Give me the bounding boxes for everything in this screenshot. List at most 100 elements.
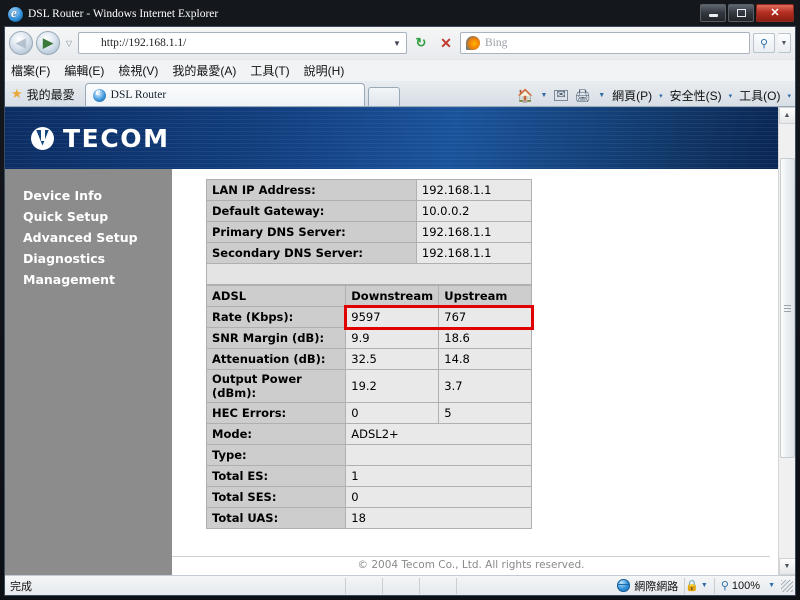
maximize-icon [736, 9, 746, 17]
output-power-upstream-value: 3.7 [438, 369, 532, 403]
menu-view[interactable]: 檢視(V) [118, 62, 158, 79]
sidebar-item-advanced-setup[interactable]: Advanced Setup [23, 227, 172, 248]
home-dropdown-icon[interactable]: ▼ [541, 92, 548, 99]
spacer-cell [206, 263, 532, 285]
adsl-header: ADSL [205, 285, 347, 307]
sidebar-item-device-info[interactable]: Device Info [23, 185, 172, 206]
divider [382, 577, 383, 594]
search-input[interactable]: Bing [485, 37, 747, 49]
status-text: 完成 [10, 579, 32, 593]
safety-menu-caret-icon[interactable]: ▾ [729, 92, 733, 100]
address-bar[interactable]: http://192.168.1.1/ ▼ [78, 32, 407, 54]
table-row: Output Power (dBm): 19.2 3.7 [205, 369, 532, 403]
grip-icon [784, 304, 791, 312]
home-icon[interactable]: 🏠 [517, 88, 533, 104]
page-menu-button[interactable]: 網頁(P) [612, 87, 652, 104]
search-box[interactable]: Bing [460, 32, 750, 54]
address-dropdown-button[interactable]: ▼ [390, 33, 404, 53]
scrollbar-thumb[interactable] [780, 158, 795, 458]
zoom-dropdown-icon[interactable]: ▼ [768, 582, 775, 589]
scroll-up-button[interactable]: ▲ [778, 107, 795, 124]
address-input[interactable]: http://192.168.1.1/ [101, 37, 390, 49]
search-submit-button[interactable]: ⚲ [753, 33, 775, 53]
router-sidebar: Device Info Quick Setup Advanced Setup D… [5, 169, 172, 575]
back-button[interactable]: ◀ [9, 31, 33, 55]
page-menu-caret-icon[interactable]: ▾ [659, 92, 663, 100]
total-uas-label: Total UAS: [205, 507, 347, 529]
scroll-down-button[interactable]: ▼ [778, 558, 795, 575]
rate-label: Rate (Kbps): [205, 306, 347, 328]
network-info-table: LAN IP Address: 192.168.1.1 Default Gate… [206, 179, 533, 285]
vertical-scrollbar[interactable]: ▲ ▼ [778, 107, 795, 575]
table-row: Type: [205, 444, 532, 466]
menu-help[interactable]: 說明(H) [304, 62, 345, 79]
tools-menu-caret-icon[interactable]: ▾ [787, 92, 791, 100]
upstream-header: Upstream [438, 285, 532, 307]
total-es-value: 1 [345, 465, 532, 487]
menu-edit[interactable]: 編輯(E) [64, 62, 104, 79]
table-row: Rate (Kbps): 9597 767 [205, 306, 532, 328]
chevron-up-icon: ▲ [783, 112, 791, 119]
close-button[interactable]: ✕ [756, 4, 794, 22]
mail-icon[interactable]: ✉ [554, 90, 568, 101]
total-ses-label: Total SES: [205, 486, 347, 508]
sidebar-item-diagnostics[interactable]: Diagnostics [23, 248, 172, 269]
bing-icon [466, 36, 480, 50]
menu-file[interactable]: 檔案(F) [11, 62, 50, 79]
tab-label: DSL Router [110, 89, 167, 101]
table-row: Total SES: 0 [205, 486, 532, 508]
downstream-header: Downstream [345, 285, 440, 307]
menu-tools[interactable]: 工具(T) [250, 62, 289, 79]
menu-favorites[interactable]: 我的最愛(A) [172, 62, 236, 79]
globe-icon [617, 579, 631, 592]
protected-mode-icon[interactable]: 🔒 [685, 579, 699, 592]
browser-window: DSL Router - Windows Internet Explorer ✕… [0, 0, 800, 600]
divider [713, 577, 715, 594]
page-viewport: TECOM Device Info Quick Setup Advanced S… [5, 107, 795, 575]
window-resize-handle[interactable] [781, 579, 793, 592]
zoom-control[interactable]: ⚲ 100% [721, 579, 760, 593]
default-gateway-value: 10.0.0.2 [415, 200, 533, 222]
refresh-button[interactable]: ↻ [410, 32, 432, 54]
adsl-stats-table: ADSL Downstream Upstream Rate (Kbps): 95… [205, 285, 532, 529]
safety-menu-button[interactable]: 安全性(S) [670, 87, 722, 104]
brand-name: TECOM [63, 123, 170, 153]
brand-banner: TECOM [5, 107, 778, 169]
primary-dns-label: Primary DNS Server: [206, 221, 417, 243]
tecom-logo-icon [31, 126, 54, 150]
sidebar-item-quick-setup[interactable]: Quick Setup [23, 206, 172, 227]
recent-pages-button[interactable]: ▽ [63, 31, 75, 55]
table-row: LAN IP Address: 192.168.1.1 [206, 179, 533, 201]
maximize-button[interactable] [728, 4, 754, 22]
new-tab-button[interactable] [367, 87, 400, 106]
sidebar-item-management[interactable]: Management [23, 269, 172, 290]
status-bar: 完成 網際網路 🔒 ▼ ⚲ 100% ▼ [5, 575, 795, 595]
printer-icon[interactable]: 🖨 [575, 88, 592, 104]
forward-button[interactable]: ▶ [36, 31, 60, 55]
back-arrow-icon: ◀ [16, 35, 26, 50]
window-title: DSL Router - Windows Internet Explorer [28, 8, 219, 20]
tab-dsl-router[interactable]: DSL Router [84, 83, 365, 106]
print-dropdown-icon[interactable]: ▼ [598, 92, 605, 99]
stop-button[interactable]: ✕ [435, 32, 457, 54]
refresh-icon: ↻ [415, 35, 427, 50]
internet-explorer-icon [8, 5, 23, 22]
search-provider-dropdown[interactable]: ▼ [778, 33, 791, 53]
table-row: Attenuation (dB): 32.5 14.8 [205, 348, 532, 370]
menu-bar: 檔案(F) 編輯(E) 檢視(V) 我的最愛(A) 工具(T) 說明(H) [5, 59, 795, 81]
page-footer: © 2004 Tecom Co., Ltd. All rights reserv… [172, 556, 770, 571]
table-row: SNR Margin (dB): 9.9 18.6 [205, 327, 532, 349]
divider [345, 577, 346, 594]
secondary-dns-label: Secondary DNS Server: [206, 242, 417, 264]
divider [456, 577, 457, 594]
protected-mode-dropdown-icon[interactable]: ▼ [701, 582, 708, 589]
internet-explorer-icon [92, 86, 106, 102]
minimize-button[interactable] [700, 4, 726, 22]
tools-menu-button[interactable]: 工具(O) [739, 87, 780, 104]
hec-errors-downstream-value: 0 [345, 402, 440, 424]
table-row: Secondary DNS Server: 192.168.1.1 [206, 242, 533, 264]
table-row: Total UAS: 18 [205, 507, 532, 529]
favorites-button[interactable]: ★ 我的最愛 [5, 82, 83, 106]
command-bar: 🏠 ▼ ✉ 🖨 ▼ 網頁(P) ▾ 安全性(S) ▾ 工具(O) ▾ [517, 87, 791, 104]
security-zone[interactable]: 網際網路 [617, 578, 684, 594]
